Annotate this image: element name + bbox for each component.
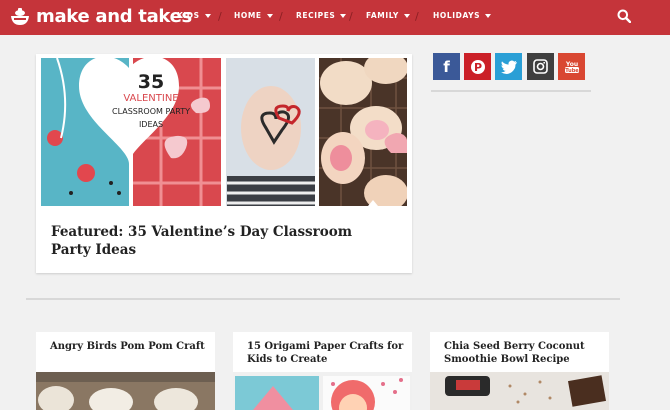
site-logo[interactable]: make and takes [9,5,192,29]
mixing-bowl-logo-icon [11,8,29,25]
nav-label: RECIPES [296,11,336,20]
post-card-origami[interactable]: 15 Origami Paper Crafts for Kids to Crea… [233,332,412,410]
card-pointer-notch [452,366,462,372]
pinterest-glyph: P [470,59,485,74]
chevron-down-icon [204,13,211,18]
heart-line-2: CLASSROOM PARTY [112,107,190,116]
nav-recipes[interactable]: RECIPES [296,11,347,20]
post-title[interactable]: Angry Birds Pom Pom Craft [50,340,210,353]
nav-divider: / [415,10,419,23]
facebook-icon[interactable]: f [433,53,460,80]
nav-family[interactable]: FAMILY [366,11,410,20]
top-nav-bar: make and takes KIDS / HOME / RECIPES / F… [0,0,670,35]
card-pointer-notch [255,366,265,372]
twitter-icon[interactable] [495,53,522,80]
instagram-glyph [533,59,548,74]
youtube-icon[interactable]: You Tube [558,53,585,80]
post-card-chia-smoothie[interactable]: Chia Seed Berry Coconut Smoothie Bowl Re… [430,332,609,410]
chevron-down-icon [403,13,410,18]
heart-line-3: IDEAS [138,120,164,129]
nav-label: HOLIDAYS [433,11,481,20]
card-pointer-notch [58,366,68,372]
instagram-icon[interactable] [527,53,554,80]
sidebar-divider [431,90,591,92]
logo-text: make and takes [36,6,192,27]
post-thumbnail-image[interactable] [430,372,609,410]
youtube-glyph: You Tube [564,61,579,74]
nav-label: HOME [234,11,262,20]
chevron-down-icon [340,13,347,18]
nav-kids[interactable]: KIDS [177,11,211,20]
card-pointer-notch [368,200,378,206]
nav-label: KIDS [177,11,200,20]
facebook-glyph: f [443,57,450,76]
post-title[interactable]: Chia Seed Berry Coconut Smoothie Bowl Re… [444,340,604,366]
svg-text:Tube: Tube [565,68,579,74]
pinterest-icon[interactable]: P [464,53,491,80]
heart-number: 35 [137,71,165,93]
post-thumbnail-image[interactable] [233,372,412,410]
post-card-angry-birds[interactable]: Angry Birds Pom Pom Craft [36,332,215,410]
featured-image-heart-text: 35 VALENTINE CLASSROOM PARTY IDEAS [96,72,206,131]
nav-divider: / [218,10,222,23]
heart-line-1: VALENTINE [123,93,179,104]
section-divider [26,298,620,300]
nav-label: FAMILY [366,11,399,20]
nav-home[interactable]: HOME [234,11,273,20]
chevron-down-icon [266,13,273,18]
svg-text:You: You [564,61,577,68]
svg-text:P: P [473,61,481,74]
featured-post-title[interactable]: Featured: 35 Valentine’s Day Classroom P… [51,223,391,259]
post-thumbnail-image[interactable] [36,372,215,410]
nav-divider: / [349,10,353,23]
search-icon[interactable] [617,9,631,23]
chevron-down-icon [485,13,492,18]
nav-holidays[interactable]: HOLIDAYS [433,11,492,20]
twitter-bird-glyph [500,60,517,74]
nav-divider: / [279,10,283,23]
post-title[interactable]: 15 Origami Paper Crafts for Kids to Crea… [247,340,407,366]
featured-post-card[interactable]: 35 VALENTINE CLASSROOM PARTY IDEAS Featu… [36,54,412,273]
